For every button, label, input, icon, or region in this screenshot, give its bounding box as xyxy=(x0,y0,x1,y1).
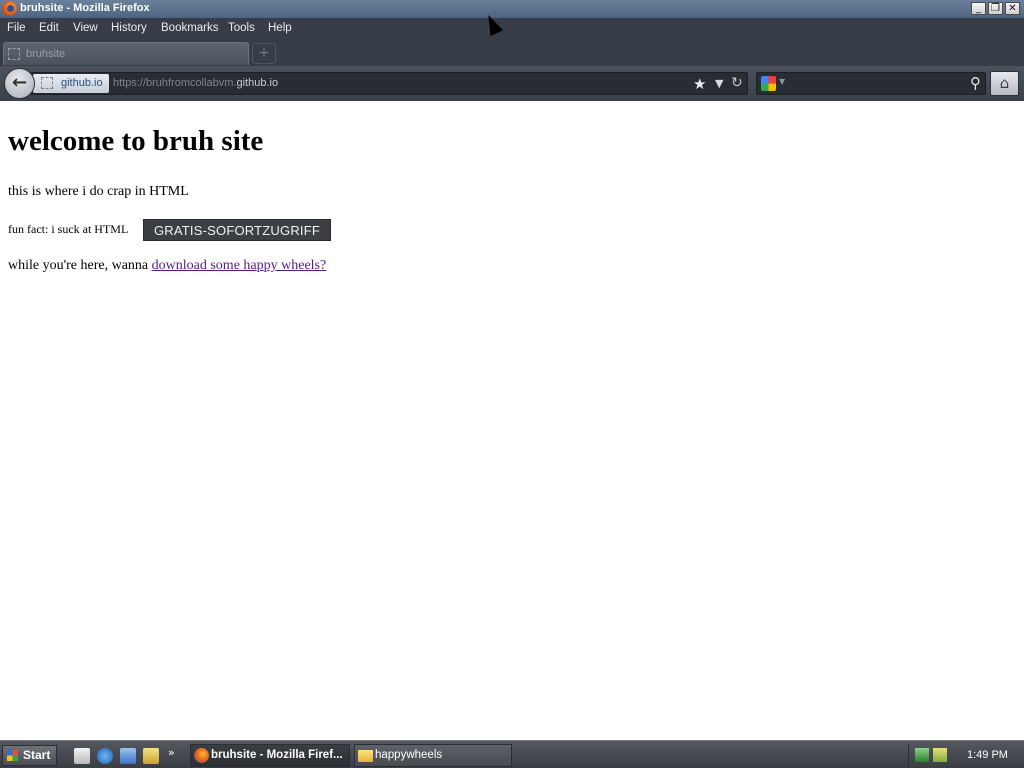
ad-button[interactable]: GRATIS-SOFORTZUGRIFF xyxy=(143,219,331,241)
internet-explorer-icon[interactable] xyxy=(97,748,113,764)
firefox-icon xyxy=(194,748,209,763)
site-favicon-icon xyxy=(41,77,53,89)
home-icon: ⌂ xyxy=(999,74,1010,92)
download-paragraph: while you're here, wanna download some h… xyxy=(8,258,326,274)
search-engine-dropdown-icon[interactable]: ▼ xyxy=(779,77,785,86)
media-player-icon[interactable] xyxy=(120,748,136,764)
menu-help[interactable]: Help xyxy=(268,22,292,34)
download-link[interactable]: download some happy wheels? xyxy=(152,258,327,273)
home-button[interactable]: ⌂ xyxy=(990,71,1019,96)
maximize-button[interactable]: ❐ xyxy=(988,2,1003,15)
site-identity-label: github.io xyxy=(61,77,103,89)
explorer-search-icon[interactable] xyxy=(143,748,159,764)
new-tab-button[interactable]: + xyxy=(252,43,276,64)
fun-fact-text: fun fact: i suck at HTML xyxy=(8,222,129,236)
menu-file[interactable]: File xyxy=(7,22,26,34)
navigation-bar: github.io https://bruhfromcollabvm.githu… xyxy=(0,66,1024,101)
menu-edit[interactable]: Edit xyxy=(39,22,59,34)
dropdown-icon[interactable]: ▼ xyxy=(715,77,723,90)
show-desktop-icon[interactable] xyxy=(74,748,90,764)
start-button[interactable]: Start xyxy=(2,745,57,766)
menu-view[interactable]: View xyxy=(73,22,98,34)
magnifier-icon[interactable]: ⚲ xyxy=(970,74,981,92)
window-title: bruhsite - Mozilla Firefox xyxy=(20,2,150,14)
menu-tools[interactable]: Tools xyxy=(228,22,255,34)
windows-logo-icon xyxy=(7,750,18,761)
tab-bruhsite[interactable]: bruhsite xyxy=(3,42,249,65)
menu-bookmarks[interactable]: Bookmarks xyxy=(161,22,219,34)
google-icon[interactable] xyxy=(761,76,776,91)
url-host: github.io xyxy=(236,77,279,89)
network-icon[interactable] xyxy=(915,748,929,762)
url-text[interactable]: https://bruhfromcollabvm.github.io xyxy=(113,77,278,89)
taskbar-item-label: bruhsite - Mozilla Firef... xyxy=(211,749,343,761)
back-button[interactable]: ← xyxy=(4,68,35,99)
url-bar[interactable]: github.io https://bruhfromcollabvm.githu… xyxy=(30,72,748,95)
folder-icon xyxy=(358,750,373,762)
taskbar-item-label: happywheels xyxy=(375,749,443,761)
minimize-button[interactable]: _ xyxy=(971,2,986,15)
tab-label: bruhsite xyxy=(26,48,66,60)
reload-icon[interactable]: ↻ xyxy=(731,75,743,91)
window-titlebar: bruhsite - Mozilla Firefox _ ❐ ✕ xyxy=(0,0,1024,18)
start-label: Start xyxy=(23,748,51,762)
page-heading: welcome to bruh site xyxy=(8,125,264,157)
page-content: welcome to bruh site this is where i do … xyxy=(0,101,1024,740)
plus-icon: + xyxy=(258,45,270,61)
taskbar-item-happywheels[interactable]: happywheels xyxy=(354,744,512,767)
system-tray: 1:49 PM xyxy=(908,744,1024,767)
security-icon[interactable] xyxy=(933,748,947,762)
page-favicon-icon xyxy=(8,48,20,60)
search-bar[interactable]: ▼ ⚲ xyxy=(756,72,986,95)
tab-strip: bruhsite + xyxy=(0,40,1024,66)
firefox-logo-icon xyxy=(2,1,17,16)
menu-bar: File Edit View History Bookmarks Tools H… xyxy=(0,18,1024,40)
taskbar-item-firefox[interactable]: bruhsite - Mozilla Firef... xyxy=(190,744,350,767)
url-prefix: https://bruhfromcollabvm. xyxy=(113,77,237,89)
close-button[interactable]: ✕ xyxy=(1005,2,1020,15)
menu-history[interactable]: History xyxy=(111,22,147,34)
intro-text: this is where i do crap in HTML xyxy=(8,184,189,199)
site-identity-button[interactable]: github.io xyxy=(33,74,109,93)
download-prefix-text: while you're here, wanna xyxy=(8,258,152,273)
taskbar: Start » bruhsite - Mozilla Firef... happ… xyxy=(0,740,1024,768)
back-arrow-icon: ← xyxy=(11,72,28,93)
star-icon[interactable]: ★ xyxy=(693,75,706,93)
quick-launch-more-button[interactable]: » xyxy=(168,746,175,759)
clock[interactable]: 1:49 PM xyxy=(967,749,1008,761)
